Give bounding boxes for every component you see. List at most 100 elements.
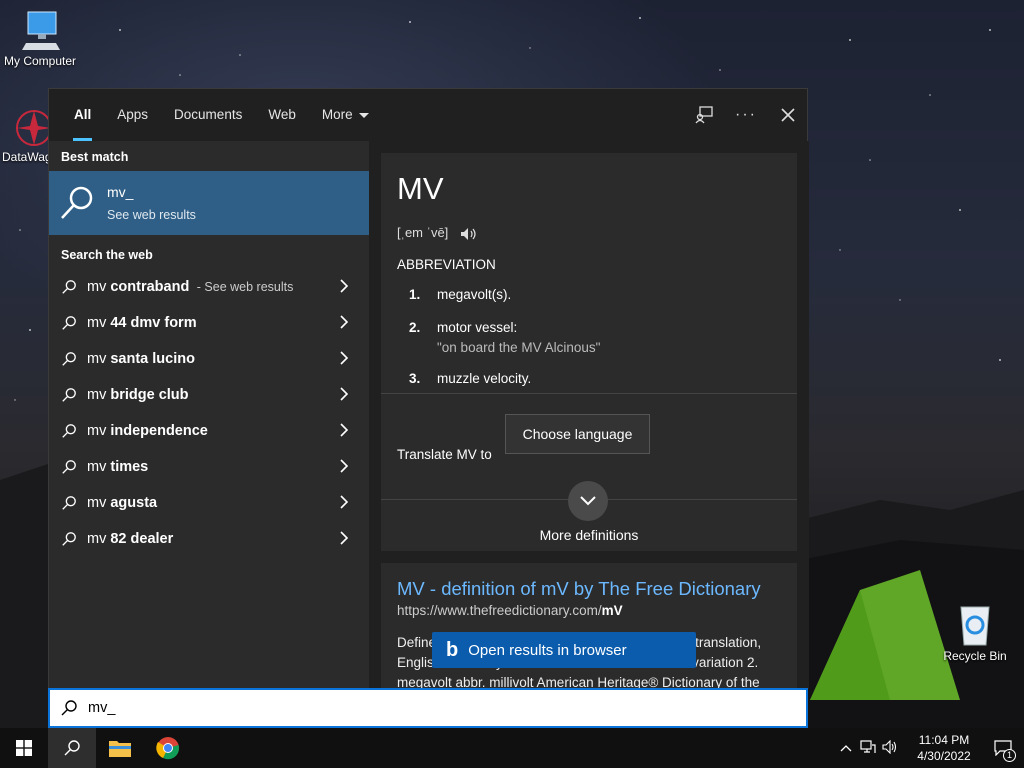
url-bold: mV xyxy=(601,603,623,618)
suggestion-bold: santa lucino xyxy=(110,351,195,367)
tab-documents[interactable]: Documents xyxy=(161,89,255,141)
clock-time: 11:04 PM xyxy=(918,733,970,747)
dictionary-word: MV xyxy=(397,171,444,206)
tab-web[interactable]: Web xyxy=(255,89,309,141)
suggestion-prefix: mv xyxy=(87,459,111,475)
feedback-button[interactable] xyxy=(683,89,725,141)
definition-item: 3. muzzle velocity. xyxy=(409,371,531,386)
divider xyxy=(381,393,797,394)
chrome-button[interactable] xyxy=(144,728,192,768)
close-icon xyxy=(781,108,795,122)
web-result-title[interactable]: MV - definition of mV by The Free Dictio… xyxy=(397,578,761,600)
suggestion-bold: independence xyxy=(110,423,208,439)
dictionary-card: MV [ˌem ˈvē] ABBREVIATION 1. megavolt(s).… xyxy=(381,153,797,551)
search-panel: All Apps Documents Web More ··· Best mat… xyxy=(48,88,809,689)
best-match-subtitle: See web results xyxy=(107,208,196,222)
web-suggestion-item[interactable]: mv 44 dmv form xyxy=(49,305,369,341)
search-icon xyxy=(62,352,76,366)
search-icon xyxy=(62,388,76,402)
preview-pane: MV [ˌem ˈvē] ABBREVIATION 1. megavolt(s).… xyxy=(369,141,809,689)
web-suggestions: mv contraband - See web results mv 44 dmv… xyxy=(49,269,369,557)
choose-language-button[interactable]: Choose language xyxy=(505,414,650,454)
definition-item: 2. motor vessel: "on board the MV Alcinou… xyxy=(409,320,600,355)
chevron-right-icon xyxy=(340,351,349,365)
search-icon xyxy=(64,740,80,756)
suggestion-bold: 82 dealer xyxy=(110,531,174,547)
more-options-button[interactable]: ··· xyxy=(725,89,767,141)
file-explorer-button[interactable] xyxy=(96,728,144,768)
suggestion-prefix: mv xyxy=(87,495,111,511)
desktop-icon-datawag[interactable]: DataWag xyxy=(0,108,52,164)
more-definitions-label[interactable]: More definitions xyxy=(381,527,797,543)
web-suggestion-item[interactable]: mv bridge club xyxy=(49,377,369,413)
desktop-icon-label: My Computer xyxy=(3,54,77,68)
notifications-button[interactable]: 1 xyxy=(982,728,1024,768)
web-suggestion-item[interactable]: mv santa lucino xyxy=(49,341,369,377)
windows-icon xyxy=(16,740,32,756)
search-box[interactable] xyxy=(48,688,808,728)
desktop-icon-my-computer[interactable]: My Computer xyxy=(0,10,80,68)
search-taskbar-button[interactable] xyxy=(48,728,96,768)
system-tray: 11:04 PM 4/30/2022 1 xyxy=(840,728,1024,768)
search-icon xyxy=(62,424,76,438)
suggestion-text: mv santa lucino xyxy=(87,351,199,367)
tab-apps[interactable]: Apps xyxy=(104,89,161,141)
definition-text: motor vessel: xyxy=(437,320,518,335)
best-match-item[interactable]: mv_ See web results xyxy=(49,171,369,235)
translate-label: Translate MV to xyxy=(397,447,492,462)
search-input[interactable] xyxy=(88,700,768,716)
web-suggestion-item[interactable]: mv agusta xyxy=(49,485,369,521)
caret-down-icon xyxy=(358,112,369,118)
suggestion-text: mv 82 dealer xyxy=(87,531,177,547)
computer-icon xyxy=(22,11,60,50)
tab-more[interactable]: More xyxy=(309,89,382,141)
taskbar: 11:04 PM 4/30/2022 1 xyxy=(0,728,1024,768)
suggestion-bold: bridge club xyxy=(110,387,189,403)
feedback-icon xyxy=(695,106,713,124)
web-suggestion-item[interactable]: mv times xyxy=(49,449,369,485)
close-button[interactable] xyxy=(767,89,809,141)
chevron-right-icon xyxy=(340,459,349,473)
web-suggestion-item[interactable]: mv independence xyxy=(49,413,369,449)
chevron-down-icon xyxy=(580,496,596,506)
suggestion-bold: contraband xyxy=(110,279,190,295)
search-icon xyxy=(62,532,76,546)
speaker-icon[interactable] xyxy=(460,227,478,241)
desktop-icon-recycle-bin[interactable]: Recycle Bin xyxy=(935,603,1015,663)
clock[interactable]: 11:04 PM 4/30/2022 xyxy=(906,732,982,764)
search-tabs: All Apps Documents Web More ··· xyxy=(49,89,809,141)
web-suggestion-item[interactable]: mv contraband - See web results xyxy=(49,269,369,305)
chevron-right-icon xyxy=(340,279,349,293)
bing-icon: b xyxy=(446,638,459,661)
open-in-browser-label: Open results in browser xyxy=(468,641,627,659)
ellipsis-icon: ··· xyxy=(735,106,757,123)
tab-all[interactable]: All xyxy=(61,89,104,141)
chevron-up-icon[interactable] xyxy=(840,741,852,755)
search-icon xyxy=(62,460,76,474)
chevron-right-icon xyxy=(340,495,349,509)
start-button[interactable] xyxy=(0,728,48,768)
suggestion-prefix: mv xyxy=(87,531,111,547)
chevron-right-icon xyxy=(340,315,349,329)
definition-example: "on board the MV Alcinous" xyxy=(437,340,601,355)
pronunciation-text: [ˌem ˈvē] xyxy=(397,225,449,240)
desktop-icon-label: DataWag xyxy=(2,150,52,164)
notification-badge: 1 xyxy=(1003,749,1016,762)
volume-icon[interactable] xyxy=(882,739,898,757)
more-definitions-button[interactable] xyxy=(568,481,608,521)
definition-text: megavolt(s). xyxy=(437,287,512,302)
clock-date: 4/30/2022 xyxy=(917,749,971,763)
search-icon xyxy=(62,316,76,330)
suggestion-prefix: mv xyxy=(87,423,111,439)
suggestion-text: mv bridge club xyxy=(87,387,193,403)
search-icon xyxy=(61,186,93,219)
web-suggestion-item[interactable]: mv 82 dealer xyxy=(49,521,369,557)
open-in-browser-button[interactable]: b Open results in browser xyxy=(432,632,696,668)
definition-number: 1. xyxy=(409,287,421,302)
network-icon[interactable] xyxy=(860,739,876,757)
desktop-icon-label: Recycle Bin xyxy=(943,649,1007,663)
tab-more-label: More xyxy=(321,107,353,122)
suggestion-bold: agusta xyxy=(110,495,158,511)
suggestion-bold: times xyxy=(110,459,149,475)
pronunciation: [ˌem ˈvē] xyxy=(397,225,478,241)
